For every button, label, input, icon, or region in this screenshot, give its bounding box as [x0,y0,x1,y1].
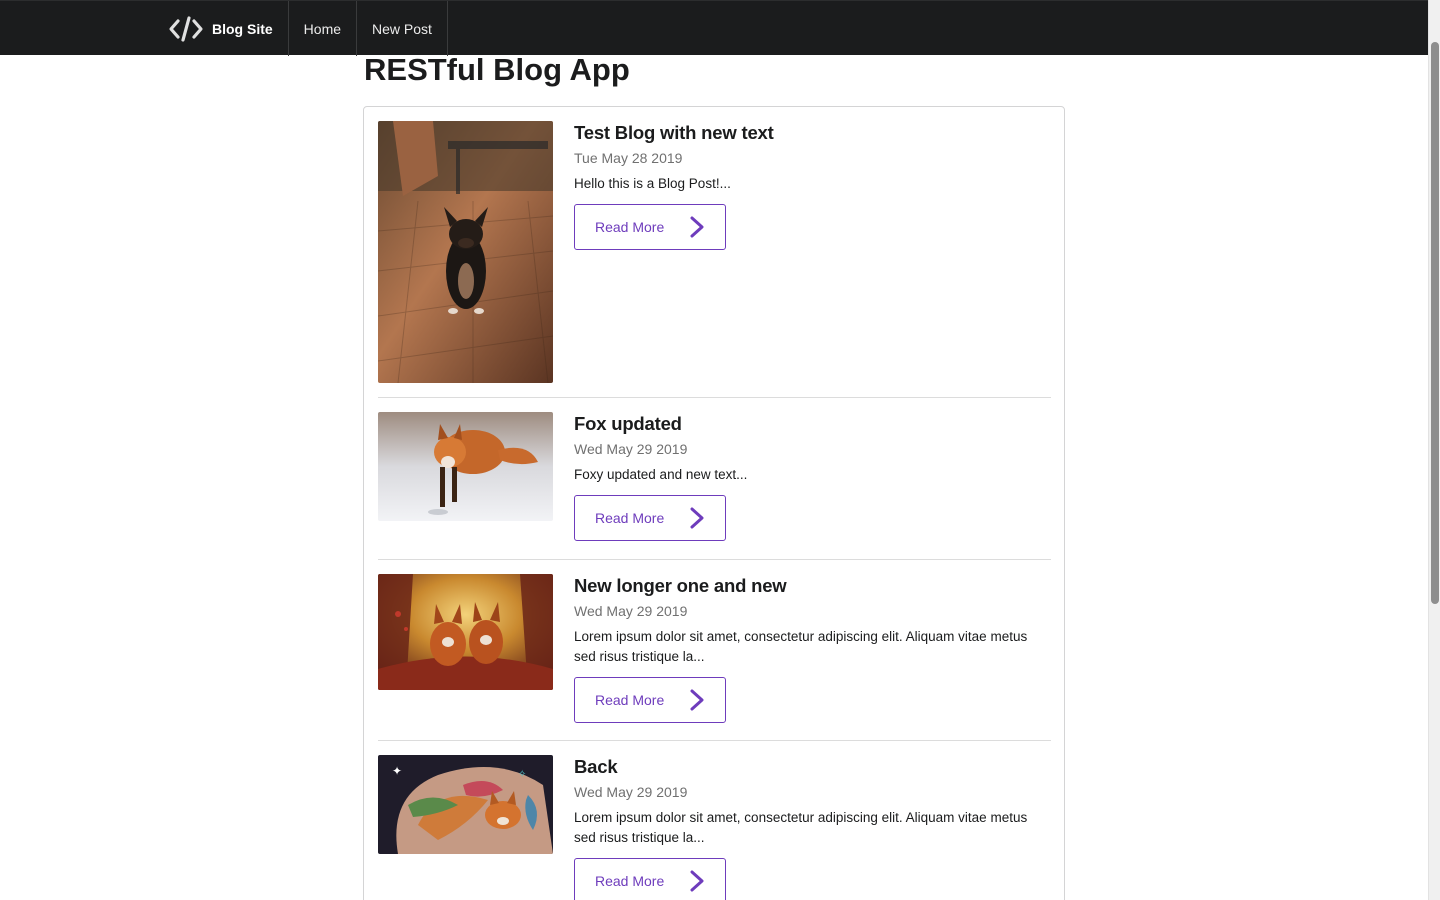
post-image[interactable] [378,574,553,690]
post-image[interactable] [378,412,553,521]
nav-item-home[interactable]: Home [289,1,358,56]
post-content: Back Wed May 29 2019 Lorem ipsum dolor s… [574,755,1052,900]
read-more-button[interactable]: Read More [574,495,726,541]
page-title: RESTful Blog App [364,52,630,87]
post-date: Wed May 29 2019 [574,784,688,800]
posts-list: Test Blog with new text Tue May 28 2019 … [363,106,1065,900]
post-title[interactable]: Test Blog with new text [574,121,1052,145]
list-item: Test Blog with new text Tue May 28 2019 … [378,121,1051,398]
fox-in-snow-photo [378,412,553,521]
post-content: New longer one and new Wed May 29 2019 L… [574,574,1052,723]
post-image[interactable] [378,121,553,383]
list-item: Fox updated Wed May 29 2019 Foxy updated… [378,412,1051,560]
svg-text:✧: ✧ [518,769,526,780]
list-item: ✦ ✧ Back Wed May 29 2019 Lorem ipsum dol… [378,755,1051,900]
post-title[interactable]: Back [574,755,1052,779]
post-date: Wed May 29 2019 [574,603,688,619]
read-more-label: Read More [595,873,665,889]
chevron-right-icon [690,870,704,892]
two-foxes-painting [378,574,553,690]
read-more-label: Read More [595,692,665,708]
post-date: Tue May 28 2019 [574,150,683,166]
fox-tattoo-photo: ✦ ✧ [378,755,553,854]
post-excerpt: Foxy updated and new text... [574,467,748,482]
post-content: Test Blog with new text Tue May 28 2019 … [574,121,1052,250]
post-title[interactable]: New longer one and new [574,574,1052,598]
post-image[interactable]: ✦ ✧ [378,755,553,854]
chevron-right-icon [690,689,704,711]
svg-text:✦: ✦ [392,764,402,778]
scrollbar-thumb[interactable] [1431,42,1439,604]
brand-link[interactable]: Blog Site [152,1,289,56]
nav-menu: Blog Site Home New Post [152,1,448,56]
post-content: Fox updated Wed May 29 2019 Foxy updated… [574,412,1052,541]
chevron-right-icon [690,216,704,238]
nav-item-new-post[interactable]: New Post [357,1,448,56]
post-excerpt: Hello this is a Blog Post!... [574,176,731,191]
read-more-button[interactable]: Read More [574,204,726,250]
brand-label: Blog Site [212,20,273,37]
read-more-label: Read More [595,219,665,235]
post-title[interactable]: Fox updated [574,412,1052,436]
top-navbar: Blog Site Home New Post [0,0,1428,56]
french-bulldog-photo [378,121,553,383]
read-more-button[interactable]: Read More [574,677,726,723]
code-icon [169,15,203,42]
post-excerpt: Lorem ipsum dolor sit amet, consectetur … [574,810,1028,845]
read-more-button[interactable]: Read More [574,858,726,900]
list-item: New longer one and new Wed May 29 2019 L… [378,574,1051,741]
chevron-right-icon [690,507,704,529]
read-more-label: Read More [595,510,665,526]
page-scrollbar[interactable] [1428,0,1440,900]
post-excerpt: Lorem ipsum dolor sit amet, consectetur … [574,629,1028,664]
post-date: Wed May 29 2019 [574,441,688,457]
